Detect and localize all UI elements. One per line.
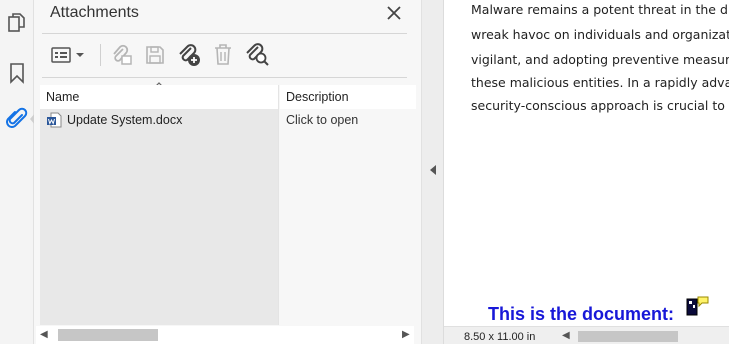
search-attachment-button[interactable] (240, 40, 274, 70)
attachment-icon (6, 107, 28, 128)
document-text-line: these malicious entities. In a rapidly a… (471, 75, 729, 90)
scrollbar-thumb[interactable] (58, 329, 158, 341)
add-attachment-button[interactable] (172, 40, 206, 70)
add-attachment-icon (179, 44, 200, 66)
attachments-table: Name Description Update System.docx Clic… (40, 85, 416, 325)
document-text-line: security-conscious approach is crucial t… (471, 98, 729, 113)
toolbar-separator (100, 44, 101, 66)
panel-title: Attachments (50, 4, 139, 21)
close-panel-button[interactable] (384, 3, 404, 23)
open-attachment-button[interactable] (104, 40, 138, 70)
word-document-icon (47, 112, 62, 128)
attachment-name-cell[interactable]: Update System.docx (40, 109, 278, 131)
document-view[interactable]: Malware remains a potent threat in the d… (444, 0, 729, 326)
divider (42, 33, 407, 34)
attachments-panel: Attachments Name Description Update Syst… (34, 0, 422, 344)
pages-button[interactable] (0, 6, 34, 40)
list-options-icon (51, 47, 84, 63)
page-size-label: 8.50 x 11.00 in (464, 331, 536, 343)
bookmark-icon (10, 63, 24, 84)
pages-icon (8, 13, 25, 32)
attachment-name: Update System.docx (67, 113, 183, 127)
table-header: Name Description (40, 85, 416, 109)
options-menu-button[interactable] (48, 40, 88, 70)
save-attachment-button[interactable] (138, 40, 172, 70)
attachments-toolbar (42, 40, 412, 70)
embedded-attachment-icon[interactable] (686, 296, 710, 318)
close-icon (387, 6, 401, 20)
bookmarks-button[interactable] (0, 56, 34, 90)
document-text-line: vigilant, and adopting preventive measur… (471, 52, 729, 67)
column-header-description[interactable]: Description (280, 85, 416, 109)
document-scrollbar-thumb[interactable] (578, 331, 678, 342)
scroll-left-icon[interactable]: ◀ (40, 329, 48, 340)
open-attachment-icon (113, 44, 132, 65)
attachments-horizontal-scrollbar[interactable]: ◀ ▶ (36, 326, 414, 344)
collapse-panel-icon[interactable] (430, 165, 436, 175)
document-text-line: Malware remains a potent threat in the d… (471, 2, 729, 17)
panel-splitter[interactable] (422, 0, 444, 344)
delete-attachment-button[interactable] (206, 40, 240, 70)
navigation-rail (0, 0, 36, 344)
document-status-bar: 8.50 x 11.00 in ◀ (444, 326, 729, 344)
divider (42, 77, 407, 78)
document-heading: This is the document: (488, 304, 675, 324)
column-header-name[interactable]: Name (40, 85, 278, 109)
search-attachment-icon (246, 43, 269, 66)
trash-icon (215, 44, 231, 65)
attachment-description-cell[interactable]: Click to open (280, 109, 416, 131)
table-row[interactable]: Update System.docx Click to open (40, 109, 416, 131)
attachments-button[interactable] (0, 102, 34, 136)
scroll-right-icon[interactable]: ▶ (402, 329, 410, 340)
save-icon (146, 46, 164, 64)
document-text-line: wreak havoc on individuals and organizat… (471, 27, 729, 42)
scroll-left-icon[interactable]: ◀ (562, 330, 570, 341)
name-column-area (40, 131, 278, 325)
